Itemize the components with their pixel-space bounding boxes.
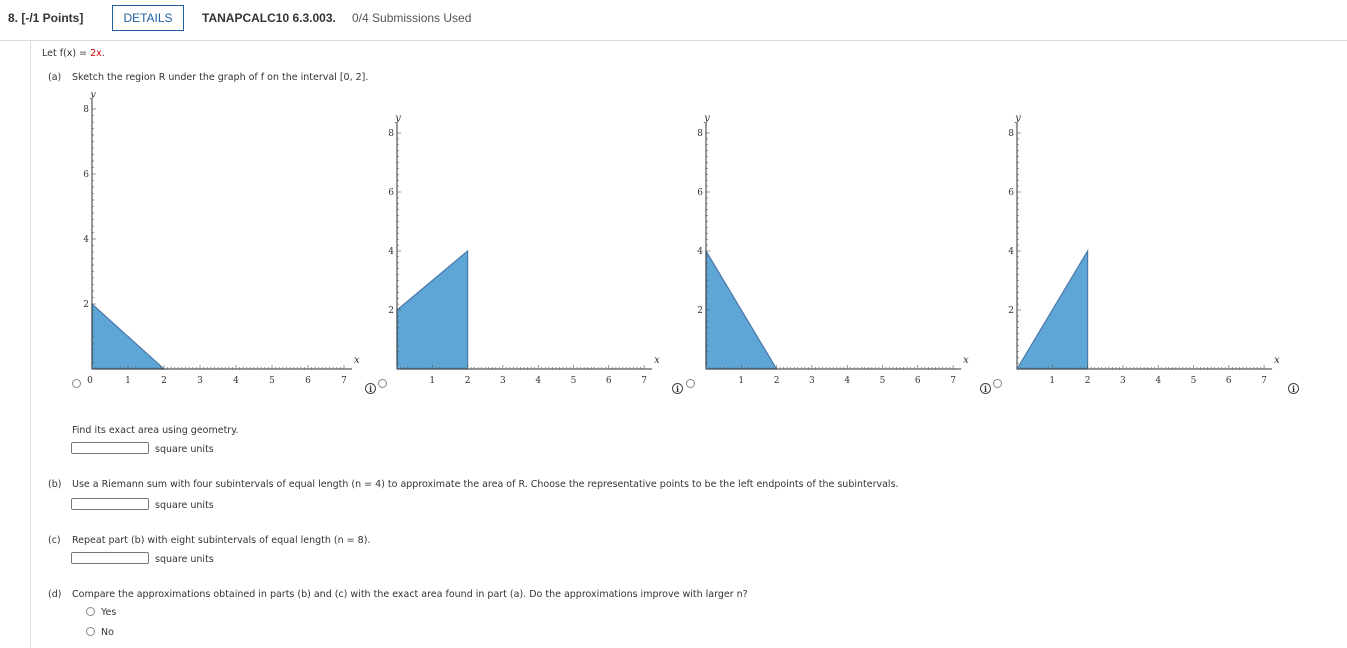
part-d-marker: (d) bbox=[48, 589, 62, 600]
part-d-radio-no[interactable] bbox=[86, 627, 95, 636]
x-tick-label: 3 bbox=[500, 376, 506, 386]
graph-option-1: 1 2 3 4 5 6 7 0 2 4 6 8 x y bbox=[83, 92, 360, 386]
graph-radio-1[interactable] bbox=[72, 379, 81, 388]
x-tick-label: 1 bbox=[738, 376, 744, 386]
question-number: 8. [-/1 Points] bbox=[8, 11, 84, 25]
part-b-text: Use a Riemann sum with four subintervals… bbox=[72, 479, 899, 490]
x-axis-label: x bbox=[654, 355, 660, 366]
part-a-text: Sketch the region R under the graph of f… bbox=[72, 72, 369, 83]
x-tick-label: 4 bbox=[535, 376, 541, 386]
x-tick-label: 7 bbox=[341, 376, 347, 386]
y-tick-label: 8 bbox=[83, 105, 89, 115]
y-tick-label: 6 bbox=[697, 188, 703, 198]
x-tick-label: 6 bbox=[915, 376, 921, 386]
y-tick-label: 4 bbox=[83, 235, 89, 245]
x-tick-label: 2 bbox=[774, 376, 780, 386]
x-axis-label: x bbox=[354, 355, 360, 366]
x-tick-label: 2 bbox=[1085, 376, 1091, 386]
y-tick-label: 6 bbox=[388, 188, 394, 198]
x-tick-label: 1 bbox=[1049, 376, 1055, 386]
x-axis-label: x bbox=[963, 355, 969, 366]
shaded-region bbox=[396, 249, 469, 370]
y-axis-label: y bbox=[394, 113, 401, 124]
x-tick-label: 7 bbox=[1261, 376, 1267, 386]
origin-label: 0 bbox=[87, 376, 93, 386]
graph-option-3: 1 2 3 4 5 6 7 2 4 6 8 x y bbox=[697, 113, 969, 386]
info-icon[interactable]: i bbox=[980, 383, 991, 394]
x-tick-label: 1 bbox=[429, 376, 435, 386]
part-b-marker: (b) bbox=[48, 479, 62, 490]
x-tick-label: 6 bbox=[606, 376, 612, 386]
y-axis-label: y bbox=[89, 92, 96, 100]
part-a-answer-input[interactable] bbox=[71, 442, 149, 454]
y-tick-label: 2 bbox=[697, 306, 703, 316]
graph-radio-4[interactable] bbox=[993, 379, 1002, 388]
y-tick-label: 4 bbox=[697, 247, 703, 257]
y-tick-label: 8 bbox=[388, 129, 394, 139]
graph-option-4: 1 2 3 4 5 6 7 2 4 6 8 x y bbox=[1008, 113, 1280, 386]
x-tick-label: 4 bbox=[1155, 376, 1161, 386]
x-tick-label: 1 bbox=[125, 376, 131, 386]
y-tick-label: 6 bbox=[1008, 188, 1014, 198]
x-tick-label: 2 bbox=[465, 376, 471, 386]
x-tick-label: 5 bbox=[880, 376, 886, 386]
y-axis-label: y bbox=[1014, 113, 1021, 124]
shaded-region bbox=[705, 248, 778, 370]
submissions-used: 0/4 Submissions Used bbox=[352, 11, 472, 25]
part-b-answer-input[interactable] bbox=[71, 498, 149, 510]
y-tick-label: 8 bbox=[1008, 129, 1014, 139]
part-c-text: Repeat part (b) with eight subintervals … bbox=[72, 535, 371, 546]
details-button[interactable]: DETAILS bbox=[112, 5, 184, 31]
x-tick-label: 3 bbox=[809, 376, 815, 386]
x-tick-label: 6 bbox=[1226, 376, 1232, 386]
shaded-region bbox=[91, 302, 166, 370]
y-tick-label: 4 bbox=[388, 247, 394, 257]
x-tick-label: 5 bbox=[1191, 376, 1197, 386]
x-tick-label: 7 bbox=[950, 376, 956, 386]
problem-code: TANAPCALC10 6.3.003. bbox=[202, 11, 336, 25]
let-prefix: Let f(x) = bbox=[42, 48, 91, 59]
info-icon[interactable]: i bbox=[672, 383, 683, 394]
part-d-radio-yes[interactable] bbox=[86, 607, 95, 616]
function-expression: 2x bbox=[90, 48, 102, 59]
shaded-region bbox=[1015, 248, 1089, 370]
info-icon[interactable]: i bbox=[1288, 383, 1299, 394]
x-tick-label: 7 bbox=[641, 376, 647, 386]
graph-radio-3[interactable] bbox=[686, 379, 695, 388]
x-tick-label: 3 bbox=[1120, 376, 1126, 386]
part-c-marker: (c) bbox=[48, 535, 61, 546]
part-d-text: Compare the approximations obtained in p… bbox=[72, 589, 748, 600]
part-d-option-yes: Yes bbox=[101, 607, 117, 618]
x-tick-label: 4 bbox=[233, 376, 239, 386]
part-d-option-no: No bbox=[101, 627, 114, 638]
part-a-units: square units bbox=[155, 444, 214, 455]
y-tick-label: 8 bbox=[697, 129, 703, 139]
x-tick-label: 6 bbox=[305, 376, 311, 386]
part-a-marker: (a) bbox=[48, 72, 62, 83]
y-tick-label: 2 bbox=[83, 300, 89, 310]
y-tick-label: 2 bbox=[1008, 306, 1014, 316]
x-tick-label: 2 bbox=[161, 376, 167, 386]
part-c-answer-input[interactable] bbox=[71, 552, 149, 564]
x-tick-label: 5 bbox=[571, 376, 577, 386]
graph-option-2: 1 2 3 4 5 6 7 2 4 6 8 x y bbox=[388, 113, 660, 386]
part-c-units: square units bbox=[155, 554, 214, 565]
x-tick-label: 3 bbox=[197, 376, 203, 386]
y-axis-label: y bbox=[703, 113, 710, 124]
let-suffix: . bbox=[101, 48, 105, 59]
question-header: 8. [-/1 Points] DETAILS TANAPCALC10 6.3.… bbox=[0, 0, 1347, 41]
x-axis-label: x bbox=[1274, 355, 1280, 366]
x-tick-label: 4 bbox=[844, 376, 850, 386]
part-b-units: square units bbox=[155, 500, 214, 511]
y-tick-label: 6 bbox=[83, 170, 89, 180]
part-a-find-text: Find its exact area using geometry. bbox=[72, 425, 239, 436]
info-icon[interactable]: i bbox=[365, 383, 376, 394]
x-tick-label: 5 bbox=[269, 376, 275, 386]
problem-statement: Let f(x) = 2x. bbox=[42, 48, 105, 59]
graph-radio-2[interactable] bbox=[378, 379, 387, 388]
y-tick-label: 4 bbox=[1008, 247, 1014, 257]
y-tick-label: 2 bbox=[388, 306, 394, 316]
